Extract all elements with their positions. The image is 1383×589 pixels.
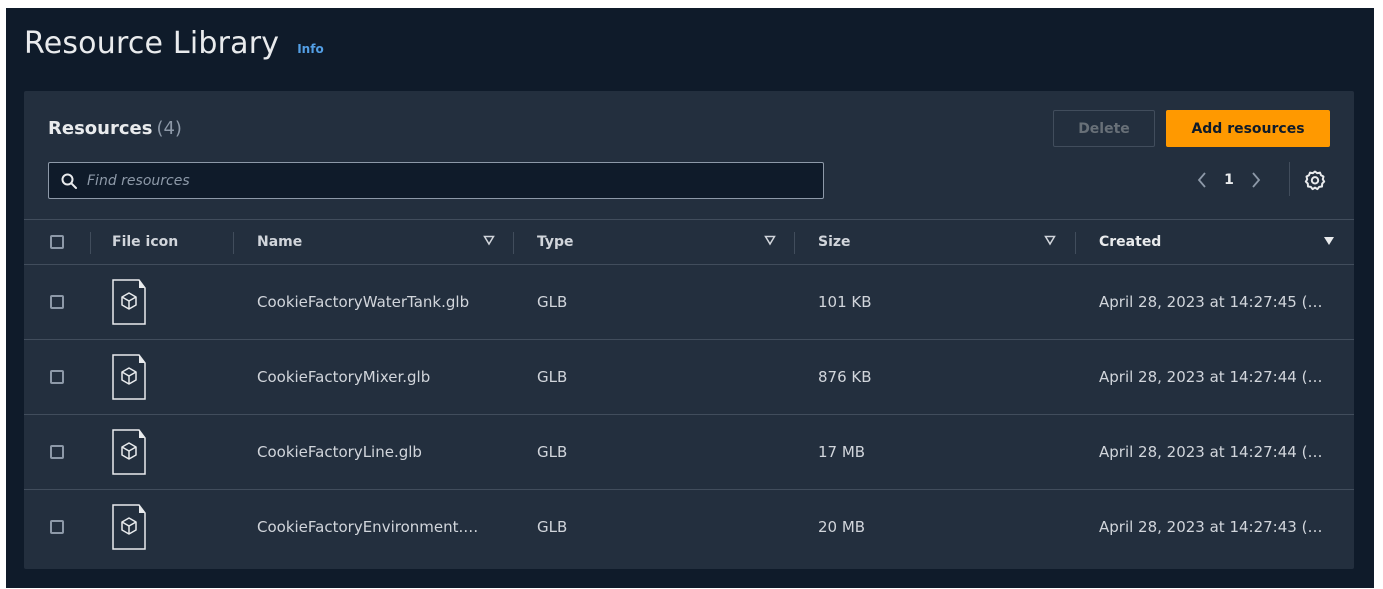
resources-count: (4): [156, 118, 182, 139]
next-page-button[interactable]: [1246, 169, 1266, 191]
cell-type: GLB: [537, 368, 568, 386]
column-header-file-icon: File icon: [112, 234, 179, 250]
sort-caret-icon[interactable]: [1044, 234, 1056, 246]
file-3d-model-icon: [112, 429, 146, 475]
table-header: File icon Name Type Size Created: [24, 219, 1354, 265]
cell-type: GLB: [537, 293, 568, 311]
page-header: Resource Library Info: [24, 26, 324, 61]
page-number[interactable]: 1: [1212, 172, 1246, 188]
search-icon: [61, 173, 77, 189]
page-title: Resource Library: [24, 26, 280, 61]
column-divider: [1075, 232, 1076, 254]
delete-button[interactable]: Delete: [1053, 110, 1155, 147]
table-row[interactable]: CookieFactoryEnvironment.… GLB 20 MB Apr…: [24, 490, 1354, 565]
row-checkbox[interactable]: [50, 445, 64, 459]
cell-created: April 28, 2023 at 14:27:44 (…: [1099, 368, 1323, 386]
page: Resource Library Info Resources (4) Delet…: [6, 8, 1374, 588]
cell-name: CookieFactoryMixer.glb: [257, 368, 431, 386]
column-divider: [513, 232, 514, 254]
add-resources-button[interactable]: Add resources: [1166, 110, 1330, 147]
cell-type: GLB: [537, 443, 568, 461]
row-checkbox[interactable]: [50, 295, 64, 309]
row-checkbox[interactable]: [50, 370, 64, 384]
cell-type: GLB: [537, 518, 568, 536]
cell-created: April 28, 2023 at 14:27:45 (…: [1099, 293, 1323, 311]
column-header-type[interactable]: Type: [537, 220, 574, 264]
resources-title: Resources: [48, 118, 153, 139]
cell-size: 876 KB: [818, 368, 872, 386]
sort-caret-icon[interactable]: [483, 234, 495, 246]
cell-size: 20 MB: [818, 518, 866, 536]
row-checkbox[interactable]: [50, 520, 64, 534]
table-row[interactable]: CookieFactoryMixer.glb GLB 876 KB April …: [24, 340, 1354, 415]
column-divider: [233, 232, 234, 254]
column-header-created[interactable]: Created: [1099, 220, 1161, 264]
cell-created: April 28, 2023 at 14:27:44 (…: [1099, 443, 1323, 461]
cell-created: April 28, 2023 at 14:27:43 (…: [1099, 518, 1323, 536]
pagination: 1: [1192, 169, 1266, 191]
column-header-name[interactable]: Name: [257, 220, 302, 264]
column-header-size[interactable]: Size: [818, 220, 851, 264]
info-link[interactable]: Info: [297, 42, 323, 56]
resources-container: Resources(4) Delete Add resources 1: [24, 91, 1354, 569]
search-field[interactable]: [48, 162, 824, 199]
cell-name: CookieFactoryEnvironment.…: [257, 518, 479, 536]
select-all-checkbox[interactable]: [50, 235, 64, 249]
column-divider: [794, 232, 795, 254]
previous-page-button[interactable]: [1192, 169, 1212, 191]
sort-caret-icon[interactable]: [1323, 235, 1335, 247]
chevron-left-icon: [1197, 172, 1206, 188]
resources-heading: Resources (4): [48, 118, 182, 139]
pagination-divider: [1289, 162, 1290, 196]
table-row[interactable]: CookieFactoryWaterTank.glb GLB 101 KB Ap…: [24, 265, 1354, 340]
file-3d-model-icon: [112, 279, 146, 325]
column-divider: [90, 232, 91, 254]
file-3d-model-icon: [112, 504, 146, 550]
cell-size: 17 MB: [818, 443, 866, 461]
cell-name: CookieFactoryLine.glb: [257, 443, 422, 461]
file-3d-model-icon: [112, 354, 146, 400]
settings-gear-icon[interactable]: [1304, 169, 1326, 191]
table-row[interactable]: CookieFactoryLine.glb GLB 17 MB April 28…: [24, 415, 1354, 490]
cell-name: CookieFactoryWaterTank.glb: [257, 293, 470, 311]
sort-caret-icon[interactable]: [764, 234, 776, 246]
chevron-right-icon: [1252, 172, 1261, 188]
cell-size: 101 KB: [818, 293, 872, 311]
search-input[interactable]: [85, 171, 809, 190]
